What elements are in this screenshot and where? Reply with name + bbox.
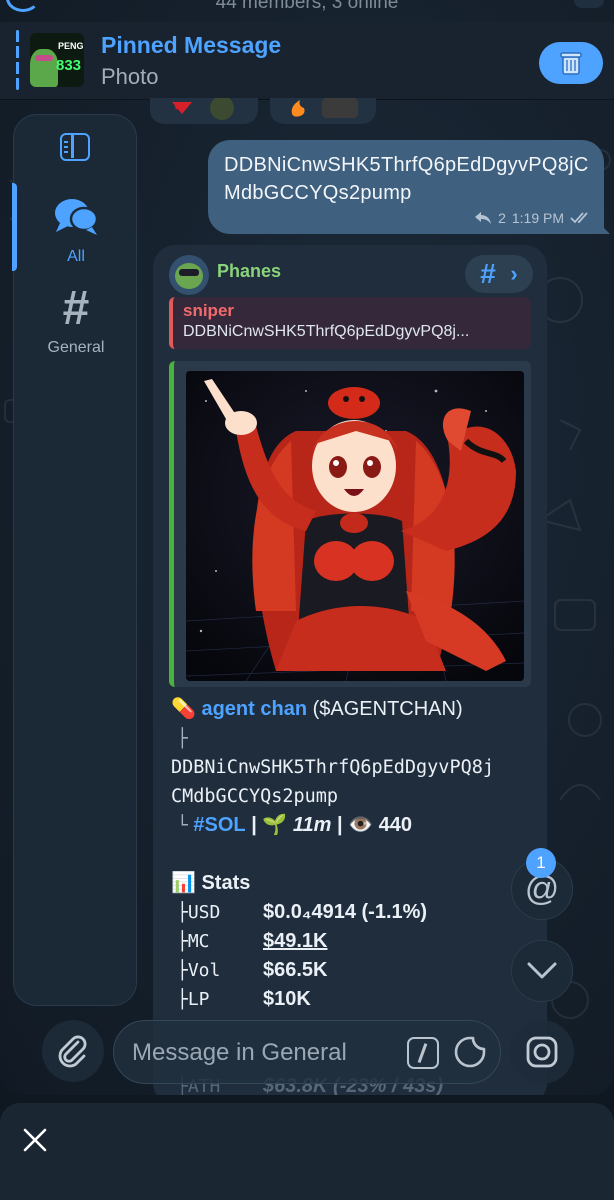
tree-end: └ bbox=[177, 815, 188, 836]
reaction-heart[interactable] bbox=[150, 96, 258, 124]
trash-icon bbox=[560, 52, 582, 75]
token-age: 11m bbox=[292, 814, 332, 836]
sidebar-item-general[interactable]: # General bbox=[14, 283, 138, 357]
group-avatar[interactable] bbox=[574, 0, 604, 8]
stat-row-usd: ├USD $0.0₄4914 (-1.1%) bbox=[171, 898, 541, 927]
paperclip-icon bbox=[58, 1035, 87, 1068]
chain-hashtag[interactable]: #SOL bbox=[193, 814, 245, 836]
chat-member-status: 44 members, 3 online bbox=[215, 0, 399, 13]
pinned-message-bar[interactable]: PENG 833 Pinned Message Photo bbox=[0, 22, 614, 100]
message-time: 1:19 PM bbox=[511, 210, 564, 226]
unpin-button[interactable] bbox=[539, 42, 603, 84]
stats-title: Stats bbox=[201, 872, 251, 894]
message-text: DDBNiCnwSHK5ThrfQ6pEdDgyvPQ8jCMdbGCCYQs2… bbox=[224, 154, 589, 204]
pinned-title: Pinned Message bbox=[101, 32, 282, 58]
stat-key: ├MC bbox=[177, 931, 210, 952]
reply-count: 2 bbox=[498, 210, 506, 226]
outgoing-message[interactable]: DDBNiCnwSHK5ThrfQ6pEdDgyvPQ8jCMdbGCCYQs2… bbox=[208, 140, 610, 234]
reply-quote[interactable]: sniper DDBNiCnwSHK5ThrfQ6pEdDgyvPQ8j... bbox=[169, 297, 531, 349]
token-name-link[interactable]: agent chan bbox=[201, 698, 307, 720]
stat-value: $66.5K bbox=[263, 959, 328, 981]
bar-chart-icon: 📊 bbox=[171, 872, 196, 894]
view-count: 440 bbox=[378, 814, 412, 836]
thumb-text-number: 833 bbox=[56, 57, 82, 74]
message-meta: 2 1:19 PM bbox=[474, 210, 592, 226]
sidebar-toggle-icon[interactable] bbox=[60, 133, 90, 161]
separator: | bbox=[251, 814, 257, 836]
stat-value-link[interactable]: $49.1K bbox=[263, 927, 328, 956]
hash-icon: # bbox=[62, 282, 90, 335]
pinned-indicator bbox=[16, 30, 19, 90]
token-ticker: ($AGENTCHAN) bbox=[312, 698, 463, 720]
pill-icon: 💊 bbox=[171, 698, 196, 720]
scroll-down-button[interactable] bbox=[511, 940, 573, 1002]
sidebar-item-label: General bbox=[47, 339, 105, 356]
message-composer[interactable] bbox=[113, 1020, 501, 1084]
media-preview[interactable] bbox=[169, 361, 531, 687]
sender-name[interactable]: Phanes bbox=[217, 261, 281, 282]
reply-arrow-icon bbox=[475, 212, 492, 224]
sender-avatar[interactable] bbox=[169, 255, 209, 295]
pinned-subtitle: Photo bbox=[101, 64, 159, 89]
contract-address-line2[interactable]: CMdbGCCYQs2pump bbox=[171, 782, 541, 811]
stat-row-vol: ├Vol $66.5K bbox=[171, 956, 541, 985]
topics-sidebar: All # General bbox=[12, 114, 138, 1006]
stat-key: ├USD bbox=[177, 902, 221, 923]
stat-value: $0.0₄4914 (-1.1%) bbox=[263, 901, 428, 923]
chevron-right-icon: › bbox=[510, 261, 518, 286]
attach-button[interactable] bbox=[42, 1020, 104, 1082]
stat-row-lp: ├LP $10K bbox=[171, 985, 541, 1014]
bubble-tail bbox=[596, 220, 610, 234]
double-check-icon bbox=[570, 212, 588, 224]
sprout-icon: 🌱 bbox=[262, 814, 288, 836]
contract-address-line1[interactable]: DDBNiCnwSHK5ThrfQ6pEdDgyvPQ8j bbox=[171, 753, 541, 782]
stat-key: ├LP bbox=[177, 989, 210, 1010]
mentions-badge: 1 bbox=[526, 848, 556, 878]
reaction-fire[interactable] bbox=[270, 98, 376, 124]
stat-key: ├Vol bbox=[177, 960, 221, 981]
separator: | bbox=[336, 814, 343, 836]
anime-crab-girl-image[interactable] bbox=[186, 371, 524, 681]
eye-icon: 👁️ bbox=[348, 814, 374, 836]
fire-icon bbox=[291, 98, 358, 118]
chevron-down-icon bbox=[527, 962, 557, 979]
frog-image bbox=[30, 49, 58, 87]
camera-button[interactable] bbox=[510, 1020, 574, 1084]
stat-value: $10K bbox=[263, 988, 311, 1010]
chat-bubbles-icon bbox=[55, 199, 99, 235]
stat-row-mc: ├MC $49.1K bbox=[171, 927, 541, 956]
tree-branch: ├ bbox=[177, 728, 188, 749]
previous-message-reactions bbox=[150, 96, 380, 126]
close-icon[interactable] bbox=[20, 1125, 50, 1155]
image-art bbox=[186, 371, 524, 681]
reply-text: DDBNiCnwSHK5ThrfQ6pEdDgyvPQ8j... bbox=[183, 323, 470, 340]
heart-icon bbox=[172, 96, 234, 120]
reply-author: sniper bbox=[183, 301, 235, 320]
chat-screen: 44 members, 3 online PENG 833 Pinned Mes… bbox=[0, 0, 614, 1095]
incoming-message[interactable]: Phanes # › sniper DDBNiCnwSHK5ThrfQ6pEdD… bbox=[153, 245, 547, 1095]
message-input[interactable] bbox=[132, 1035, 392, 1071]
camera-icon bbox=[526, 1036, 558, 1068]
bottom-sheet bbox=[0, 1103, 614, 1200]
topic-link-button[interactable]: # › bbox=[465, 255, 533, 293]
pinned-thumbnail: PENG 833 bbox=[30, 33, 84, 87]
bot-commands-icon[interactable] bbox=[407, 1037, 439, 1069]
sticker-icon[interactable] bbox=[453, 1035, 487, 1069]
sidebar-item-label: All bbox=[67, 248, 85, 265]
sidebar-item-all[interactable]: All bbox=[14, 195, 138, 266]
hash-icon: # bbox=[480, 258, 496, 289]
thumb-text-top: PENG bbox=[58, 41, 84, 51]
